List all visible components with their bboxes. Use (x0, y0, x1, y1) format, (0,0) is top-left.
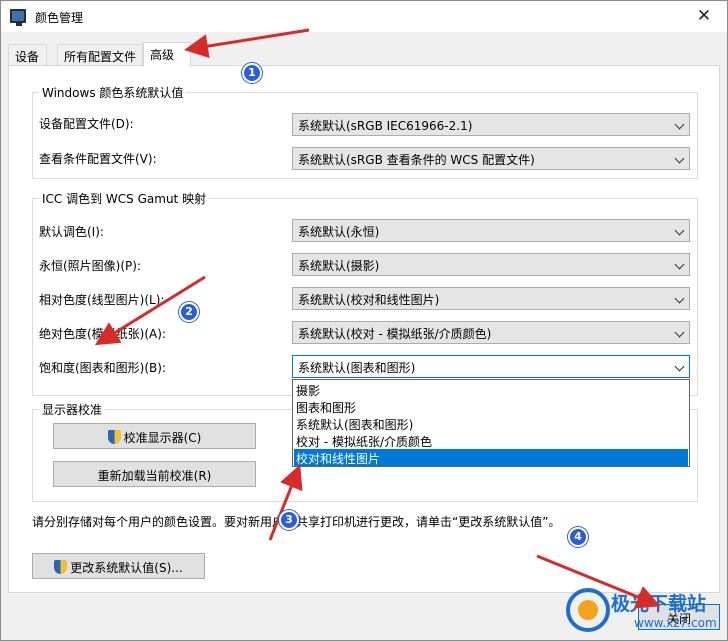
perceptual-label: 永恒(照片图像)(P): (39, 259, 142, 273)
tab-all-profiles[interactable]: 所有配置文件 (57, 44, 143, 66)
chevron-down-icon (674, 293, 685, 304)
relative-colorimetric-label: 相对色度(线型图片)(L): (39, 293, 165, 307)
dropdown-option-system-default[interactable]: 系统默认(图表和图形) (294, 415, 688, 432)
viewing-profile-select[interactable]: 系统默认(sRGB 查看条件的 WCS 配置文件) (292, 147, 690, 170)
calibrate-display-button[interactable]: 校准显示器(C) (53, 423, 256, 449)
chevron-down-icon (674, 225, 685, 236)
dropdown-option-proof-line-art[interactable]: 校对和线性图片 (294, 449, 688, 466)
icc-mapping-title: ICC 调色到 WCS Gamut 映射 (39, 190, 210, 207)
step-badge-2: 2 (179, 302, 199, 322)
dropdown-option-photography[interactable]: 摄影 (294, 381, 688, 398)
perceptual-value: 系统默认(摄影) (298, 259, 380, 273)
change-system-defaults-button[interactable]: 更改系统默认值(S)... (32, 553, 205, 579)
watermark-url: www.xz7.com (634, 616, 717, 630)
absolute-colorimetric-select[interactable]: 系统默认(校对 - 模拟纸张/介质颜色) (292, 321, 690, 344)
chevron-down-icon (674, 119, 685, 130)
change-system-defaults-label: 更改系统默认值(S)... (70, 561, 183, 575)
tab-devices[interactable]: 设备 (8, 44, 47, 66)
step-badge-3: 3 (279, 510, 299, 530)
shield-icon (107, 430, 121, 444)
saturation-dropdown-list: 摄影 图表和图形 系统默认(图表和图形) 校对 - 模拟纸张/介质颜色 校对和线… (292, 379, 690, 467)
windows-defaults-title: Windows 颜色系统默认值 (39, 84, 187, 101)
color-management-window: 颜色管理 ✕ 设备 所有配置文件 高级 Windows 颜色系统默认值 设备配置… (0, 0, 728, 641)
device-profile-value: 系统默认(sRGB IEC61966-2.1) (298, 119, 473, 133)
default-intent-label: 默认调色(I): (39, 225, 104, 239)
reload-calibration-label: 重新加载当前校准(R) (97, 469, 212, 483)
device-profile-select[interactable]: 系统默认(sRGB IEC61966-2.1) (292, 113, 690, 136)
relative-colorimetric-select[interactable]: 系统默认(校对和线性图片) (292, 287, 690, 310)
dropdown-option-charts[interactable]: 图表和图形 (294, 398, 688, 415)
saturation-label: 饱和度(图表和图形)(B): (39, 361, 167, 375)
tab-advanced[interactable]: 高级 (143, 42, 191, 67)
watermark: 极光下载站 www.xz7.com (556, 586, 726, 638)
absolute-colorimetric-value: 系统默认(校对 - 模拟纸张/介质颜色) (298, 327, 492, 341)
step-badge-1: 1 (242, 63, 262, 83)
monitor-icon (10, 9, 26, 26)
watermark-text: 极光下载站 (611, 593, 707, 615)
chevron-down-icon (674, 327, 685, 338)
default-intent-value: 系统默认(永恒) (298, 225, 380, 239)
title-bar: 颜色管理 ✕ (1, 1, 727, 32)
chevron-down-icon (674, 153, 685, 164)
relative-colorimetric-value: 系统默认(校对和线性图片) (298, 293, 440, 307)
display-calibration-title: 显示器校准 (39, 401, 106, 418)
absolute-colorimetric-label: 绝对色度(模拟纸张)(A): (39, 327, 166, 341)
reload-calibration-button[interactable]: 重新加载当前校准(R) (53, 461, 256, 487)
device-profile-label: 设备配置文件(D): (39, 117, 134, 131)
viewing-profile-value: 系统默认(sRGB 查看条件的 WCS 配置文件) (298, 153, 535, 167)
default-intent-select[interactable]: 系统默认(永恒) (292, 219, 690, 242)
window-title: 颜色管理 (35, 11, 84, 25)
saturation-value: 系统默认(图表和图形) (298, 361, 416, 375)
dropdown-option-proof-paper[interactable]: 校对 - 模拟纸张/介质颜色 (294, 432, 688, 449)
watermark-logo-icon (566, 588, 610, 632)
window-close-icon[interactable]: ✕ (681, 1, 727, 32)
viewing-profile-label: 查看条件配置文件(V): (39, 152, 157, 166)
chevron-down-icon (674, 361, 685, 372)
perceptual-select[interactable]: 系统默认(摄影) (292, 253, 690, 276)
shield-icon (54, 560, 68, 574)
chevron-down-icon (674, 259, 685, 270)
saturation-select[interactable]: 系统默认(图表和图形) (292, 355, 690, 378)
calibrate-display-label: 校准显示器(C) (123, 431, 202, 445)
step-badge-4: 4 (568, 527, 588, 547)
